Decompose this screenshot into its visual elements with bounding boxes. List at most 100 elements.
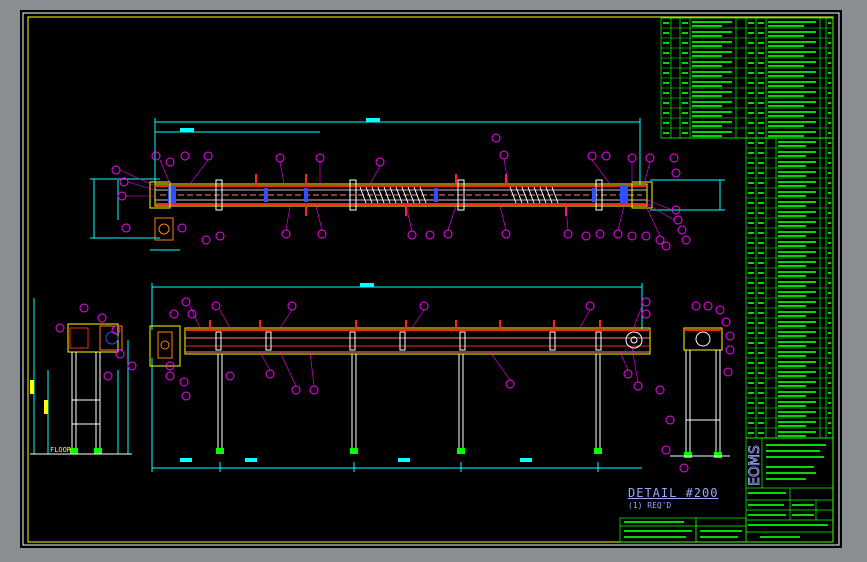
bom-text (663, 21, 831, 437)
illegible-text-mark (682, 22, 688, 24)
illegible-text-mark (828, 292, 831, 294)
illegible-text-mark (758, 192, 764, 194)
illegible-text-mark (748, 514, 786, 516)
illegible-text-mark (768, 61, 816, 63)
illegible-text-mark (758, 242, 764, 244)
illegible-text-mark (778, 225, 806, 227)
illegible-text-mark (778, 301, 816, 303)
illegible-text-mark (758, 342, 764, 344)
illegible-text-mark (682, 52, 688, 54)
illegible-text-mark (778, 355, 806, 357)
illegible-text-mark (778, 331, 816, 333)
floor-label: FLOOR (50, 446, 72, 454)
illegible-text-mark (768, 31, 816, 33)
illegible-text-mark (748, 362, 754, 364)
plan-view-leaders (119, 158, 675, 237)
detail-subtitle: (1) REQ'D (628, 501, 672, 510)
illegible-text-mark (748, 142, 754, 144)
illegible-text-mark (663, 52, 669, 54)
illegible-text-mark (748, 22, 754, 24)
illegible-text-mark (758, 282, 764, 284)
illegible-text-mark (758, 292, 764, 294)
illegible-text-mark (778, 231, 816, 233)
illegible-text-mark (778, 325, 806, 327)
illegible-text-mark (758, 182, 764, 184)
illegible-text-mark (758, 222, 764, 224)
illegible-text-mark (828, 162, 831, 164)
illegible-text-mark (828, 242, 831, 244)
illegible-text-mark (663, 42, 669, 44)
illegible-text-mark (778, 251, 816, 253)
cad-drawing-sheet: FLOOR EOMS DETAIL #200 (1) REQ'D (20, 10, 842, 548)
illegible-text-mark (748, 122, 754, 124)
illegible-text-mark (768, 81, 816, 83)
illegible-text-mark (748, 302, 754, 304)
illegible-text-mark (768, 85, 804, 87)
illegible-text-mark (778, 321, 816, 323)
illegible-text-mark (748, 252, 754, 254)
illegible-text-mark (778, 311, 816, 313)
illegible-text-mark (758, 422, 764, 424)
illegible-text-mark (792, 504, 814, 506)
conveyor-assembly-drawing: FLOOR EOMS (22, 12, 840, 546)
illegible-text-mark (758, 202, 764, 204)
illegible-text-mark (758, 312, 764, 314)
illegible-text-mark (778, 155, 806, 157)
illegible-text-mark (778, 171, 816, 173)
illegible-text-mark (748, 162, 754, 164)
illegible-text-mark (768, 21, 816, 23)
illegible-text-mark (748, 382, 754, 384)
illegible-text-mark (828, 52, 831, 54)
illegible-text-mark (758, 252, 764, 254)
illegible-text-mark (828, 82, 831, 84)
illegible-text-mark (758, 332, 764, 334)
illegible-text-mark (828, 92, 831, 94)
illegible-text-mark (778, 151, 816, 153)
illegible-text-mark (748, 272, 754, 274)
illegible-text-mark (778, 145, 806, 147)
illegible-text-mark (748, 292, 754, 294)
illegible-text-mark (748, 62, 754, 64)
plan-view-balloons (111, 133, 691, 251)
illegible-text-mark (748, 92, 754, 94)
illegible-text-mark (692, 45, 722, 47)
illegible-text-mark (778, 215, 806, 217)
illegible-text-mark (778, 191, 816, 193)
illegible-text-mark (682, 132, 688, 134)
illegible-text-mark (768, 55, 804, 57)
illegible-text-mark (768, 135, 804, 137)
detail-title: DETAIL #200 (628, 486, 719, 500)
illegible-text-mark (760, 536, 800, 538)
illegible-text-mark (828, 352, 831, 354)
illegible-text-mark (748, 504, 784, 506)
illegible-text-mark (828, 232, 831, 234)
illegible-text-mark (778, 295, 806, 297)
illegible-text-mark (828, 22, 831, 24)
illegible-text-mark (778, 235, 806, 237)
illegible-text-mark (758, 302, 764, 304)
illegible-text-mark (828, 202, 831, 204)
illegible-text-mark (692, 81, 732, 83)
illegible-text-mark (778, 391, 816, 393)
illegible-text-mark (778, 405, 806, 407)
illegible-text-mark (778, 431, 816, 433)
illegible-text-mark (758, 392, 764, 394)
illegible-text-mark (778, 271, 816, 273)
illegible-text-mark (758, 232, 764, 234)
illegible-text-mark (768, 75, 804, 77)
illegible-text-mark (663, 32, 669, 34)
illegible-text-mark (778, 411, 816, 413)
illegible-text-mark (778, 415, 806, 417)
illegible-text-mark (828, 332, 831, 334)
illegible-text-mark (778, 385, 806, 387)
illegible-text-mark (748, 72, 754, 74)
illegible-text-mark (778, 315, 806, 317)
illegible-text-mark (828, 72, 831, 74)
illegible-text-mark (692, 65, 722, 67)
illegible-text-mark (778, 275, 806, 277)
illegible-text-mark (748, 212, 754, 214)
illegible-text-mark (758, 152, 764, 154)
illegible-text-mark (758, 42, 764, 44)
illegible-text-mark (778, 371, 816, 373)
illegible-text-mark (766, 456, 824, 458)
